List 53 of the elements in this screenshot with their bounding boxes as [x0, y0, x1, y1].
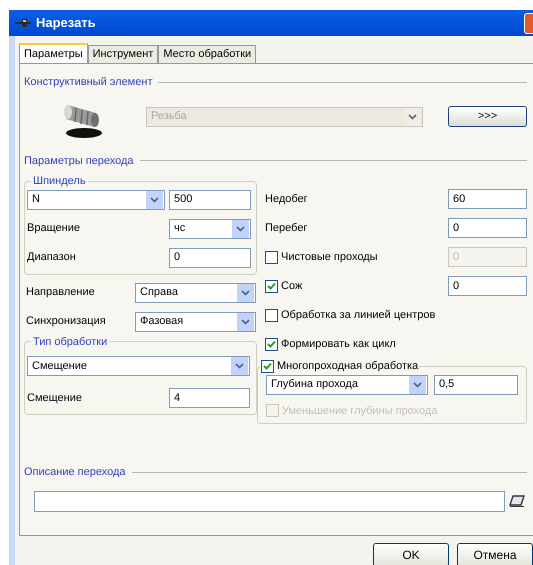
- checkbox-label: Формировать как цикл: [281, 336, 396, 352]
- field-label: Синхронизация: [26, 314, 107, 330]
- dropdown[interactable]: Глубина прохода: [266, 374, 428, 394]
- chevron-icon: [235, 363, 244, 369]
- field-label: Смещение: [27, 390, 84, 406]
- input-field[interactable]: 500: [169, 190, 251, 210]
- input-field[interactable]: 0: [448, 218, 527, 238]
- group-title: Тип обработки: [32, 334, 108, 350]
- field-label: Перебег: [265, 220, 308, 236]
- close-button[interactable]: [524, 12, 533, 34]
- chevron-icon: [150, 196, 159, 202]
- field-label: Диапазон: [27, 250, 77, 266]
- checkbox[interactable]: [265, 280, 278, 292]
- description-field[interactable]: [34, 490, 505, 512]
- field-label: Вращение: [27, 221, 81, 236]
- checkbox[interactable]: [261, 360, 274, 373]
- expand-button[interactable]: >>>: [448, 106, 527, 127]
- input-field[interactable]: 60: [448, 189, 527, 209]
- checkbox-label: Уменьшение глубины прохода: [282, 404, 438, 418]
- app-icon: [14, 18, 32, 28]
- dialog-button[interactable]: Отмена: [457, 543, 533, 565]
- chevron-icon: [236, 226, 245, 232]
- tab[interactable]: Инструмент: [88, 45, 158, 63]
- field-label: Недобег: [265, 192, 308, 207]
- checkbox-label: Обработка за линией центров: [281, 308, 436, 323]
- section-title: Описание перехода: [24, 465, 126, 480]
- tab[interactable]: Место обработки: [158, 45, 256, 63]
- input-field[interactable]: 4: [169, 388, 250, 408]
- checkbox-label: Чистовые проходы: [281, 250, 378, 265]
- checkbox-label: Сож: [281, 278, 302, 294]
- group-title: Шпиндель: [32, 174, 87, 189]
- window-title: Нарезать: [36, 14, 96, 32]
- checkbox[interactable]: [265, 308, 278, 322]
- chevron-icon: [241, 318, 250, 324]
- frame-icon: [509, 495, 525, 507]
- input-field[interactable]: 0: [169, 248, 251, 268]
- dropdown[interactable]: Справа: [135, 282, 256, 302]
- input-field[interactable]: 0,5: [434, 374, 518, 394]
- chevron-icon: [241, 290, 250, 296]
- checkbox[interactable]: [265, 338, 278, 350]
- chevron-icon: [408, 114, 417, 120]
- checkbox-label: Многопроходная обработка: [277, 359, 418, 374]
- chevron-icon: [413, 382, 422, 388]
- tab[interactable]: Параметры: [19, 43, 88, 63]
- input-field[interactable]: 0: [448, 276, 527, 296]
- dropdown[interactable]: Фазовая: [135, 312, 256, 332]
- dropdown[interactable]: Смещение: [27, 356, 250, 376]
- dialog-button[interactable]: OK: [373, 543, 449, 565]
- field-label: Направление: [26, 285, 96, 300]
- section-title: Конструктивный элемент: [24, 75, 152, 90]
- section-title: Параметры перехода: [24, 154, 134, 168]
- dropdown[interactable]: N: [27, 190, 165, 210]
- dropdown[interactable]: чс: [169, 218, 251, 238]
